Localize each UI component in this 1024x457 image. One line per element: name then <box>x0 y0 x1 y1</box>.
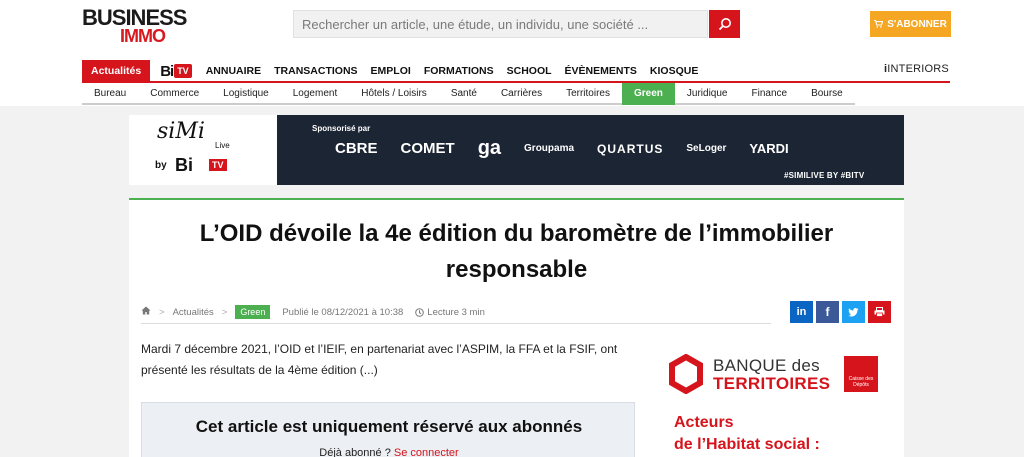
site-logo[interactable]: BUSINESS IMMO <box>82 5 202 46</box>
nav-item-formations[interactable]: FORMATIONS <box>424 65 494 77</box>
nav-item-evenements[interactable]: ÉVÈNEMENTS <box>565 65 637 77</box>
subnav-item-carrieres[interactable]: Carrières <box>488 83 555 105</box>
linkedin-icon: in <box>796 306 807 318</box>
subnav-item-juridique[interactable]: Juridique <box>674 83 740 105</box>
subnav-item-sante[interactable]: Santé <box>438 83 489 105</box>
ad-headline-line1: Acteurs <box>674 414 734 431</box>
nav-item-transactions[interactable]: TRANSACTIONS <box>274 65 357 77</box>
brand-cbre: CBRE <box>335 140 378 157</box>
interiors-link[interactable]: iINTERIORS <box>884 63 949 75</box>
brand-yardi: YARDI <box>749 141 789 156</box>
simi-live-logo: siMi Live by Bi TV <box>129 115 277 185</box>
share-buttons: in f <box>790 301 891 323</box>
home-icon[interactable] <box>141 306 151 318</box>
facebook-icon: f <box>825 305 830 319</box>
subnav-item-green[interactable]: Green <box>621 83 675 105</box>
published-date: Publié le 08/12/2021 à 10:38 <box>282 306 404 318</box>
share-linkedin-button[interactable]: in <box>790 301 813 323</box>
paywall-title: Cet article est uniquement réservé aux a… <box>195 417 583 436</box>
nav-item-bitv[interactable]: Bi TV <box>160 60 192 82</box>
bitv-bi: Bi <box>160 62 174 80</box>
paywall-box: Cet article est uniquement réservé aux a… <box>141 402 635 457</box>
breadcrumb-separator-icon: > <box>159 306 165 318</box>
paywall-login: Déjà abonné ? Se connecter <box>142 447 636 457</box>
clock-icon <box>415 307 425 317</box>
sub-nav: Bureau Commerce Logistique Logement Hôte… <box>82 83 855 105</box>
cdc-logo: Caisse des Dépôts <box>844 356 878 392</box>
subnav-item-commerce[interactable]: Commerce <box>138 83 212 105</box>
print-icon <box>874 307 885 317</box>
brand-seloger: SeLoger <box>686 143 727 154</box>
brand-comet: COMET <box>400 140 455 157</box>
ad-line1: BANQUE des <box>713 356 820 375</box>
login-link[interactable]: Se connecter <box>394 447 459 457</box>
nav-item-actualites[interactable]: Actualités <box>82 60 151 82</box>
live-text: Live <box>215 141 230 150</box>
sponsor-label: Sponsorisé par <box>312 124 371 133</box>
subnav-item-bourse[interactable]: Bourse <box>799 83 855 105</box>
tv-text: TV <box>209 159 227 171</box>
nav-item-school[interactable]: SCHOOL <box>507 65 552 77</box>
banque-territoires-logo-icon <box>669 354 703 394</box>
read-time: Lecture 3 min <box>415 307 485 318</box>
nav-item-annuaire[interactable]: ANNUAIRE <box>206 65 261 77</box>
main-nav: Actualités Bi TV ANNUAIRE TRANSACTIONS E… <box>82 60 711 82</box>
header: BUSINESS IMMO S'ABONNER Actualités Bi TV… <box>0 0 1024 106</box>
subnav-item-finance[interactable]: Finance <box>739 83 800 105</box>
nav-item-emploi[interactable]: EMPLOI <box>371 65 411 77</box>
ad-headline: Acteurs de l’Habitat social : <box>674 412 820 456</box>
brand-groupama: Groupama <box>524 143 575 154</box>
bi-text: Bi <box>175 155 193 175</box>
subscribe-button[interactable]: S'ABONNER <box>870 11 951 37</box>
brand-quartus: QUARTUS <box>597 141 664 156</box>
article-title: L’OID dévoile la 4e édition du baromètre… <box>199 220 834 283</box>
breadcrumb-separator-icon: > <box>221 306 228 318</box>
sponsor-banner[interactable]: siMi Live by Bi TV Sponsorisé par CBRE C… <box>129 115 904 185</box>
ad-headline-line2: de l’Habitat social : <box>674 436 820 453</box>
search-button[interactable] <box>709 10 740 38</box>
cart-icon <box>874 20 884 28</box>
search-input[interactable] <box>293 10 708 38</box>
subnav-item-hotels-loisirs[interactable]: Hôtels / Loisirs <box>349 83 439 105</box>
print-button[interactable] <box>868 301 891 323</box>
article-meta: > Actualités > Green Publié le 08/12/202… <box>141 304 485 320</box>
share-twitter-button[interactable] <box>842 301 865 323</box>
subnav-item-logistique[interactable]: Logistique <box>211 83 281 105</box>
twitter-icon <box>848 307 859 316</box>
category-badge[interactable]: Green <box>235 305 271 319</box>
ad-line2: TERRITOIRES <box>713 374 831 393</box>
by-text: by <box>155 160 167 171</box>
brand-ga: ga <box>477 137 502 159</box>
share-facebook-button[interactable]: f <box>816 301 839 323</box>
subnav-item-logement[interactable]: Logement <box>280 83 350 105</box>
sidebar-ad[interactable]: BANQUE des TERRITOIRES Caisse des Dépôts… <box>654 350 904 457</box>
breadcrumb-actualites[interactable]: Actualités <box>173 307 214 318</box>
cdc-text: Caisse des Dépôts <box>848 376 874 388</box>
subnav-item-bureau[interactable]: Bureau <box>82 83 139 105</box>
nav-item-kiosque[interactable]: KIOSQUE <box>650 65 698 77</box>
article: L’OID dévoile la 4e édition du baromètre… <box>129 198 904 457</box>
sponsor-brands: CBRE COMET ga Groupama QUARTUS SeLoger Y… <box>335 137 789 160</box>
subscribe-label: S'ABONNER <box>887 18 947 30</box>
search-icon <box>718 18 731 31</box>
logo-line1: BUSINESS <box>82 5 187 30</box>
simi-text: siMi <box>157 119 205 144</box>
article-intro: Mardi 7 décembre 2021, l’OID et l’IEIF, … <box>141 342 618 377</box>
logo-line2: IMMO <box>120 26 166 46</box>
meta-divider <box>141 323 771 324</box>
interiors-label: INTERIORS <box>887 63 949 75</box>
banner-hashtag: #SIMILIVE BY #BITV <box>784 171 865 180</box>
subnav-item-territoires[interactable]: Territoires <box>554 83 622 105</box>
read-time-text: Lecture 3 min <box>427 306 485 318</box>
search-bar <box>293 10 740 38</box>
bitv-tv: TV <box>174 64 192 78</box>
paywall-text: Déjà abonné ? <box>319 447 391 457</box>
